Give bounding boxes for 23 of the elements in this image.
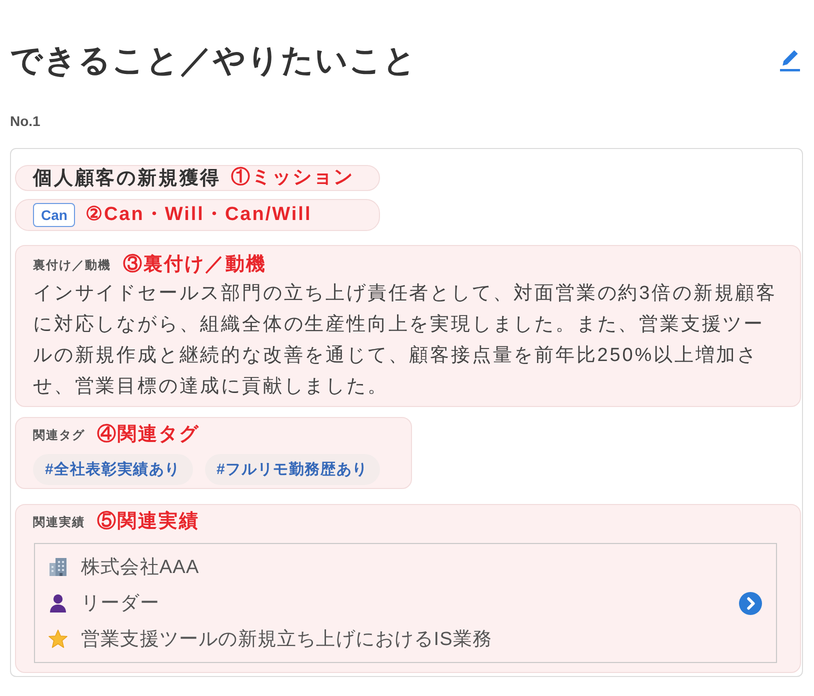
section-title: できること／やりたいこと bbox=[10, 41, 417, 80]
building-icon bbox=[48, 557, 68, 577]
annotation-label: ④関連タグ bbox=[97, 423, 200, 447]
edit-icon[interactable] bbox=[778, 48, 802, 72]
entry-number: No.1 bbox=[10, 113, 42, 129]
achievement-text: 営業支援ツールの新規立ち上げにおけるIS業務 bbox=[81, 628, 492, 652]
star-icon bbox=[48, 629, 68, 649]
mission-title: 個人顧客の新規獲得 bbox=[33, 166, 222, 191]
type-badge: Can bbox=[33, 203, 76, 227]
person-icon bbox=[48, 593, 68, 613]
achievement-text: 株式会社AAA bbox=[81, 556, 200, 580]
field-label: 裏付け／動機 bbox=[33, 256, 111, 274]
tag-chip: #全社表彰実績あり bbox=[33, 454, 193, 485]
motivation-text: インサイドセールス部門の立ち上げ責任者として、対面営業の約3倍の新規顧客に対応しながら、組織全体の生産性向上を実現しました。また、営業支援ツールの新規作成と継続的な改善を通じて、顧客接点量を前年比250%以上増加させ、営業目標の達成に貢献しました。 bbox=[33, 282, 778, 399]
tag-chip: #フルリモ勤務歴あり bbox=[204, 454, 380, 485]
field-label: 関連実績 bbox=[33, 514, 85, 530]
annotation-label: ①ミッション bbox=[231, 166, 354, 190]
annotation-label: ②Can・Will・Can/Will bbox=[85, 203, 312, 227]
achievement-text: リーダー bbox=[81, 592, 160, 616]
annotation-label: ⑤関連実績 bbox=[97, 510, 200, 534]
field-label: 関連タグ bbox=[33, 426, 85, 444]
chevron-right-icon[interactable] bbox=[739, 592, 762, 614]
annotation-label: ③裏付け／動機 bbox=[123, 253, 266, 277]
